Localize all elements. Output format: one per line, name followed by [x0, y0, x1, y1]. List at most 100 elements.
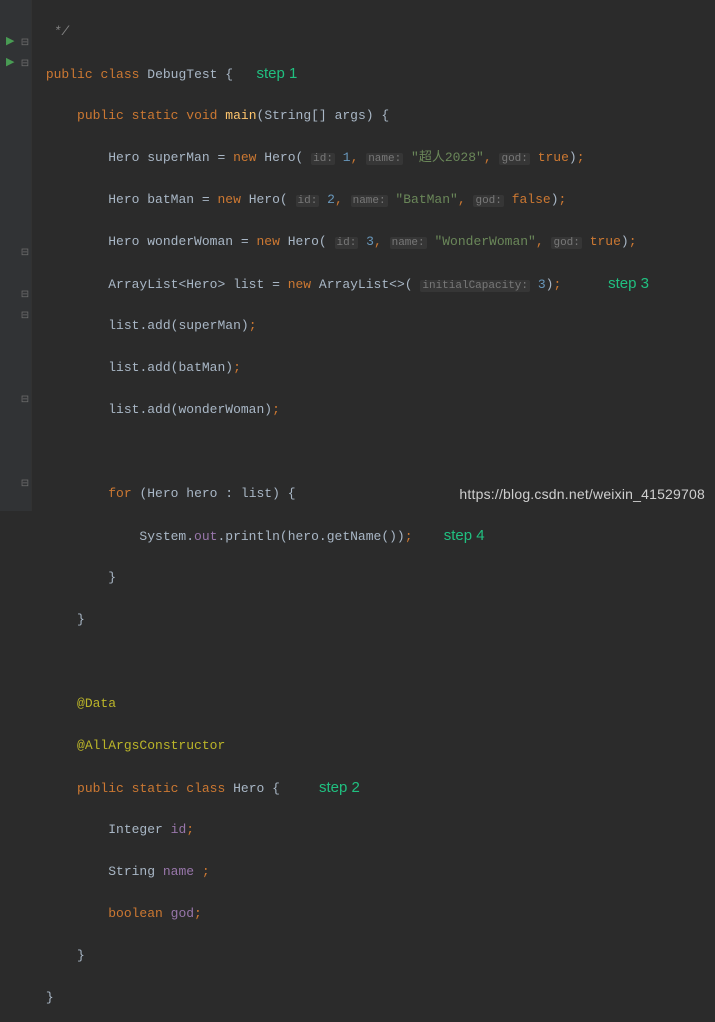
- param-hint: id:: [296, 195, 320, 207]
- variable: superMan: [178, 318, 240, 333]
- variable: superMan: [147, 150, 209, 165]
- type: Hero: [108, 192, 139, 207]
- param-hint: god:: [499, 153, 529, 165]
- code-editor[interactable]: */ public class DebugTest { step 1 publi…: [38, 0, 649, 1022]
- string: "超人2028": [411, 150, 484, 165]
- code-line: String name ;: [38, 861, 649, 882]
- param-hint: name:: [351, 195, 388, 207]
- code-line: Hero wonderWoman = new Hero( id: 3, name…: [38, 231, 649, 252]
- ctor: Hero: [264, 150, 295, 165]
- code-line: [38, 441, 649, 462]
- type: Hero: [186, 277, 217, 292]
- method-call: add: [147, 402, 170, 417]
- comment-close: */: [54, 24, 70, 39]
- string: "WonderWoman": [434, 234, 535, 249]
- class-name: Hero: [233, 781, 264, 796]
- literal: true: [590, 234, 621, 249]
- code-line: public static class Hero { step 2: [38, 777, 649, 798]
- fold-icon[interactable]: ⊟: [20, 54, 30, 75]
- code-line: }: [38, 987, 649, 1008]
- type: System: [139, 529, 186, 544]
- keyword: class: [186, 781, 225, 796]
- type: Hero: [108, 234, 139, 249]
- variable: list: [108, 318, 139, 333]
- param-hint: god:: [551, 237, 581, 249]
- variable: list: [108, 360, 139, 375]
- keyword: public: [46, 67, 93, 82]
- code-line: Hero batMan = new Hero( id: 2, name: "Ba…: [38, 189, 649, 210]
- keyword: new: [256, 234, 279, 249]
- field: id: [171, 822, 187, 837]
- number: 1: [343, 150, 351, 165]
- method-call: getName: [327, 529, 382, 544]
- fold-icon[interactable]: ⊟: [20, 474, 30, 495]
- variable: list: [241, 486, 272, 501]
- code-line: Hero superMan = new Hero( id: 1, name: "…: [38, 147, 649, 168]
- param-hint: id:: [311, 153, 335, 165]
- code-line: list.add(superMan);: [38, 315, 649, 336]
- string: "BatMan": [395, 192, 457, 207]
- number: 3: [538, 277, 546, 292]
- method-call: add: [147, 318, 170, 333]
- code-line: }: [38, 567, 649, 588]
- method-name: main: [225, 108, 256, 123]
- keyword: new: [233, 150, 256, 165]
- code-line: }: [38, 609, 649, 630]
- fold-icon[interactable]: ⊟: [20, 306, 30, 327]
- code-line: boolean god;: [38, 903, 649, 924]
- run-marker-icon[interactable]: ▶: [6, 32, 18, 44]
- variable: hero: [186, 486, 217, 501]
- keyword: new: [288, 277, 311, 292]
- fold-icon[interactable]: ⊟: [20, 33, 30, 54]
- literal: true: [538, 150, 569, 165]
- code-line: list.add(batMan);: [38, 357, 649, 378]
- type: String[]: [264, 108, 326, 123]
- variable: batMan: [147, 192, 194, 207]
- class-name: DebugTest: [147, 67, 217, 82]
- param-hint: god:: [473, 195, 503, 207]
- fold-icon[interactable]: ⊟: [20, 243, 30, 264]
- type: Hero: [147, 486, 178, 501]
- number: 3: [366, 234, 374, 249]
- variable: list: [108, 402, 139, 417]
- type: ArrayList: [108, 277, 178, 292]
- fold-icon[interactable]: ⊟: [20, 285, 30, 306]
- keyword: class: [100, 67, 139, 82]
- code-line: Integer id;: [38, 819, 649, 840]
- code-line: */: [38, 21, 649, 42]
- ctor: Hero: [249, 192, 280, 207]
- param-hint: initialCapacity:: [420, 280, 530, 292]
- param: args: [335, 108, 366, 123]
- keyword: void: [186, 108, 217, 123]
- code-line: @AllArgsConstructor: [38, 735, 649, 756]
- number: 2: [327, 192, 335, 207]
- fold-icon[interactable]: ⊟: [20, 390, 30, 411]
- code-line: @Data: [38, 693, 649, 714]
- gutter: ▶ ▶ ⊟ ⊟ ⊟ ⊟ ⊟ ⊟ ⊟: [0, 0, 32, 511]
- code-line: public class DebugTest { step 1: [38, 63, 649, 84]
- field: god: [171, 906, 194, 921]
- keyword: public: [77, 108, 124, 123]
- code-line: public static void main(String[] args) {: [38, 105, 649, 126]
- ctor: Hero: [288, 234, 319, 249]
- type: String: [108, 864, 155, 879]
- param-hint: id:: [335, 237, 359, 249]
- step-label: step 2: [319, 779, 360, 796]
- code-line: ArrayList<Hero> list = new ArrayList<>( …: [38, 273, 649, 294]
- code-line: System.out.println(hero.getName()); step…: [38, 525, 649, 546]
- keyword: new: [217, 192, 240, 207]
- field: out: [194, 529, 217, 544]
- step-label: step 3: [608, 275, 649, 292]
- run-marker-icon[interactable]: ▶: [6, 53, 18, 65]
- watermark: https://blog.csdn.net/weixin_41529708: [459, 484, 705, 505]
- param-hint: name:: [390, 237, 427, 249]
- step-label: step 1: [257, 65, 298, 82]
- code-line: }: [38, 945, 649, 966]
- field: name: [163, 864, 194, 879]
- variable: hero: [288, 529, 319, 544]
- variable: wonderWoman: [178, 402, 264, 417]
- keyword: for: [108, 486, 131, 501]
- ctor: ArrayList: [319, 277, 389, 292]
- code-line: list.add(wonderWoman);: [38, 399, 649, 420]
- param-hint: name:: [366, 153, 403, 165]
